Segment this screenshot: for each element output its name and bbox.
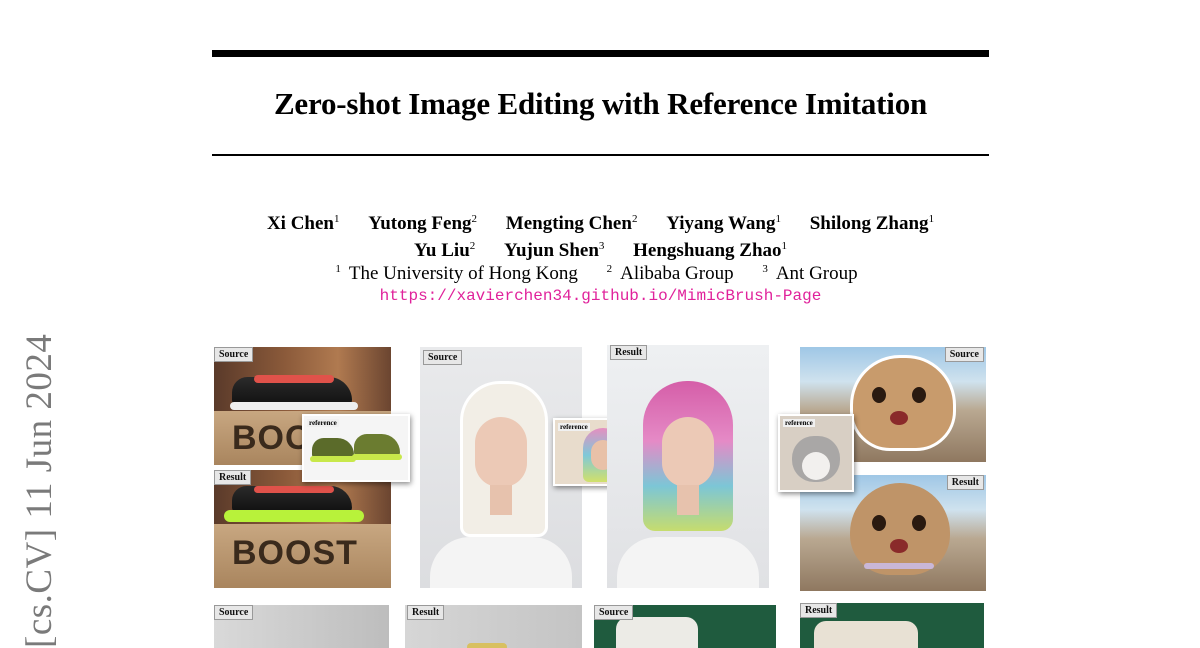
affiliation: 2 Alibaba Group	[606, 263, 734, 284]
source-label: Source	[944, 347, 984, 362]
author: Xi Chen1	[266, 213, 340, 234]
source-label: Source	[214, 605, 254, 620]
author: Yiyang Wang1	[666, 213, 781, 234]
result-label: Result	[214, 470, 252, 485]
author: Mengting Chen2	[505, 213, 638, 234]
shoe-reference-image: reference	[302, 414, 410, 482]
author-line-2: Yu Liu2 Yujun Shen3 Hengshuang Zhao1	[212, 235, 989, 262]
project-url[interactable]: https://xavierchen34.github.io/MimicBrus…	[212, 287, 989, 305]
animal-result-image: Result	[800, 475, 986, 591]
author-line-1: Xi Chen1 Yutong Feng2 Mengting Chen2 Yiy…	[212, 208, 989, 235]
author-list: Xi Chen1 Yutong Feng2 Mengting Chen2 Yiy…	[212, 208, 989, 262]
author: Yutong Feng2	[368, 213, 478, 234]
result-label: Result	[946, 475, 984, 490]
reference-label: reference	[558, 423, 590, 431]
author: Yu Liu2	[413, 240, 476, 261]
cat-reference-image: reference	[778, 414, 854, 492]
row2-result-image-1: Result	[405, 605, 582, 648]
shoe-result-image: BOOST Result	[214, 470, 391, 588]
author: Hengshuang Zhao1	[633, 240, 788, 261]
row2-source-image-1: Source	[214, 605, 389, 648]
row2-result-image-2: Result	[800, 603, 984, 648]
source-label: Source	[423, 350, 463, 365]
source-label: Source	[214, 347, 254, 362]
result-label: Result	[407, 605, 445, 620]
result-label: Result	[800, 603, 838, 618]
title-top-rule	[212, 50, 989, 57]
reference-label: reference	[307, 419, 339, 427]
paper-title: Zero-shot Image Editing with Reference I…	[273, 86, 928, 121]
author: Yujun Shen3	[504, 240, 605, 261]
source-label: Source	[594, 605, 634, 620]
result-label: Result	[610, 345, 648, 360]
title-bottom-rule	[212, 154, 989, 156]
affiliations: 1 The University of Hong Kong 2 Alibaba Gr…	[212, 263, 989, 285]
affiliation: 3 Ant Group	[762, 263, 858, 284]
affiliation: 1 The University of Hong Kong	[335, 263, 578, 284]
arxiv-stamp: [cs.CV] 11 Jun 2024	[19, 333, 60, 648]
author: Shilong Zhang1	[809, 213, 935, 234]
reference-label: reference	[783, 419, 815, 427]
box-text: BOOST	[232, 534, 358, 572]
portrait-result-image: Result	[607, 345, 769, 588]
row2-source-image-2: Source	[594, 605, 776, 648]
